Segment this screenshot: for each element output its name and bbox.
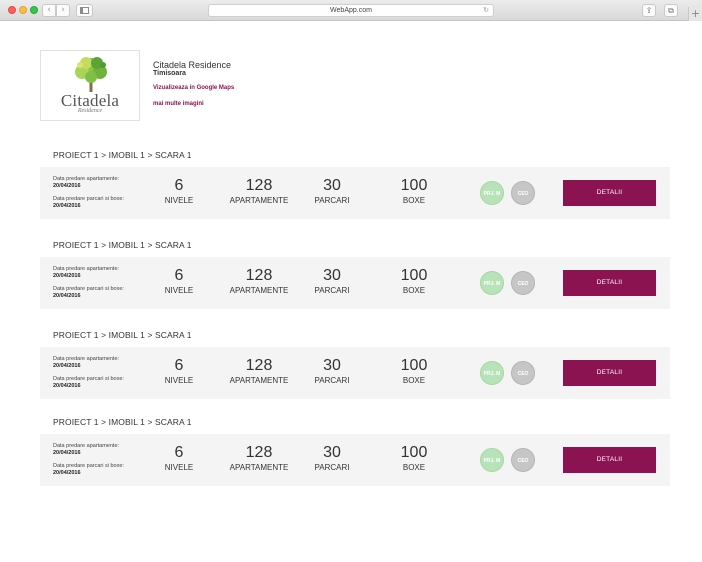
project-manager-badge[interactable]: PRJ. M — [480, 181, 504, 205]
breadcrumb: PROIECT 1 > IMOBIL 1 > SCARA 1 — [53, 330, 192, 340]
sidebar-toggle-button[interactable] — [76, 4, 93, 17]
levels-stat: 6 NIVELE — [134, 267, 224, 296]
levels-label: NIVELE — [164, 286, 194, 295]
parking-delivery-label: Data predare parcari si boxe: — [53, 463, 124, 469]
levels-count: 6 — [174, 444, 184, 461]
parking-delivery-label: Data predare parcari si boxe: — [53, 196, 124, 202]
parking-delivery-date: 20/04/2016 — [53, 470, 81, 476]
parking-stat: 30 PARCARI — [287, 177, 377, 206]
chevron-right-icon: › — [61, 5, 65, 15]
apartment-delivery-label: Data predare apartamente: — [53, 176, 120, 182]
apartment-delivery-date: 20/04/2016 — [53, 273, 81, 279]
show-tabs-button[interactable]: ⧉ — [664, 4, 678, 17]
boxes-stat: 100 BOXE — [369, 357, 459, 386]
parking-delivery-date: 20/04/2016 — [53, 203, 81, 209]
boxes-stat: 100 BOXE — [369, 177, 459, 206]
close-window-icon[interactable] — [8, 6, 16, 14]
levels-count: 6 — [174, 177, 184, 194]
levels-label: NIVELE — [164, 376, 194, 385]
project-row: Data predare apartamente: 20/04/2016 Dat… — [40, 167, 670, 219]
breadcrumb: PROIECT 1 > IMOBIL 1 > SCARA 1 — [53, 240, 192, 250]
levels-label: NIVELE — [164, 463, 194, 472]
boxes-label: BOXE — [402, 286, 426, 295]
levels-stat: 6 NIVELE — [134, 177, 224, 206]
details-button[interactable]: DETALII — [563, 447, 656, 473]
boxes-count: 100 — [400, 177, 428, 194]
details-button[interactable]: DETALII — [563, 180, 656, 206]
residence-logo: Citadela Residence — [40, 50, 140, 121]
boxes-label: BOXE — [402, 196, 426, 205]
address-bar[interactable]: WebApp.com ↻ — [208, 4, 494, 17]
parking-delivery-date: 20/04/2016 — [53, 293, 81, 299]
new-tab-button[interactable]: + — [688, 7, 702, 21]
project-row: Data predare apartamente: 20/04/2016 Dat… — [40, 434, 670, 486]
parking-delivery-label: Data predare parcari si boxe: — [53, 286, 124, 292]
plus-icon: + — [690, 7, 701, 20]
levels-count: 6 — [174, 267, 184, 284]
boxes-stat: 100 BOXE — [369, 267, 459, 296]
parking-stat: 30 PARCARI — [287, 267, 377, 296]
logo-subtitle: Residence — [77, 108, 103, 114]
more-images-link[interactable]: mai multe imagini — [153, 101, 204, 107]
apartment-delivery-label: Data predare apartamente: — [53, 266, 120, 272]
share-button[interactable]: ⇪ — [642, 4, 656, 17]
breadcrumb: PROIECT 1 > IMOBIL 1 > SCARA 1 — [53, 150, 192, 160]
ceo-badge[interactable]: CEO — [511, 361, 535, 385]
boxes-count: 100 — [400, 267, 428, 284]
project-manager-badge[interactable]: PRJ. M — [480, 361, 504, 385]
project-manager-badge[interactable]: PRJ. M — [480, 448, 504, 472]
project-row: Data predare apartamente: 20/04/2016 Dat… — [40, 347, 670, 399]
minimize-window-icon[interactable] — [19, 6, 27, 14]
browser-toolbar: ‹ › WebApp.com ↻ ⇪ ⧉ + — [0, 0, 702, 21]
apartment-delivery-label: Data predare apartamente: — [53, 356, 120, 362]
levels-count: 6 — [174, 357, 184, 374]
parking-label: PARCARI — [314, 376, 350, 385]
reload-icon[interactable]: ↻ — [483, 5, 489, 16]
parking-count: 30 — [323, 267, 341, 284]
parking-count: 30 — [323, 444, 341, 461]
parking-count: 30 — [323, 357, 341, 374]
project-row: Data predare apartamente: 20/04/2016 Dat… — [40, 257, 670, 309]
ceo-badge[interactable]: CEO — [511, 271, 535, 295]
parking-count: 30 — [323, 177, 341, 194]
boxes-label: BOXE — [402, 376, 426, 385]
boxes-count: 100 — [400, 444, 428, 461]
residence-city: Timisoara — [153, 70, 186, 77]
parking-label: PARCARI — [314, 463, 350, 472]
share-icon: ⇪ — [645, 6, 653, 15]
apartment-delivery-date: 20/04/2016 — [53, 450, 81, 456]
sidebar-icon — [80, 7, 89, 14]
boxes-stat: 100 BOXE — [369, 444, 459, 473]
boxes-count: 100 — [400, 357, 428, 374]
zoom-window-icon[interactable] — [30, 6, 38, 14]
levels-label: NIVELE — [164, 196, 194, 205]
parking-stat: 30 PARCARI — [287, 444, 377, 473]
levels-stat: 6 NIVELE — [134, 444, 224, 473]
breadcrumb: PROIECT 1 > IMOBIL 1 > SCARA 1 — [53, 417, 192, 427]
back-button[interactable]: ‹ — [42, 4, 56, 17]
apartment-delivery-date: 20/04/2016 — [53, 183, 81, 189]
apartment-delivery-date: 20/04/2016 — [53, 363, 81, 369]
residence-name: Citadela Residence — [153, 60, 232, 70]
apartment-delivery-label: Data predare apartamente: — [53, 443, 120, 449]
parking-delivery-date: 20/04/2016 — [53, 383, 81, 389]
details-button[interactable]: DETALII — [563, 270, 656, 296]
project-manager-badge[interactable]: PRJ. M — [480, 271, 504, 295]
details-button[interactable]: DETALII — [563, 360, 656, 386]
address-text: WebApp.com — [330, 7, 372, 14]
parking-label: PARCARI — [314, 196, 350, 205]
tabs-icon: ⧉ — [668, 6, 674, 15]
levels-stat: 6 NIVELE — [134, 357, 224, 386]
forward-button[interactable]: › — [56, 4, 70, 17]
chevron-left-icon: ‹ — [47, 5, 51, 15]
parking-label: PARCARI — [314, 286, 350, 295]
boxes-label: BOXE — [402, 463, 426, 472]
ceo-badge[interactable]: CEO — [511, 181, 535, 205]
ceo-badge[interactable]: CEO — [511, 448, 535, 472]
google-maps-link[interactable]: Vizualizeaza in Google Maps — [153, 85, 234, 91]
parking-stat: 30 PARCARI — [287, 357, 377, 386]
parking-delivery-label: Data predare parcari si boxe: — [53, 376, 124, 382]
